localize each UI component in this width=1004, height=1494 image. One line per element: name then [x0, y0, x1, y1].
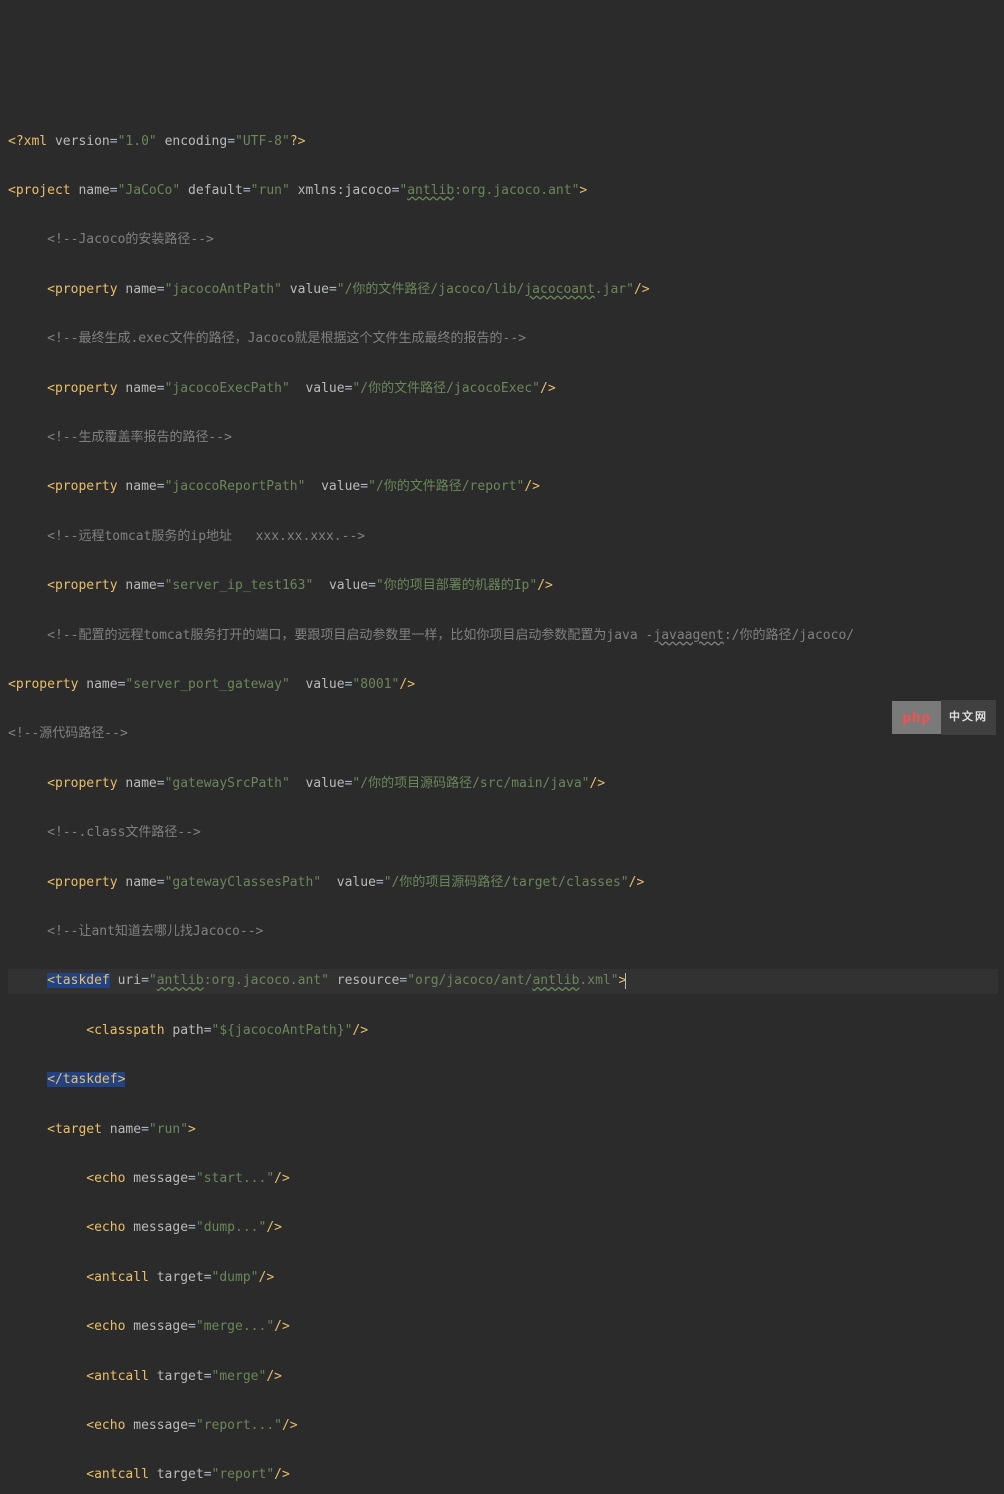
code-line: <!--远程tomcat服务的ip地址 xxx.xx.xxx.-->: [8, 525, 998, 550]
code-line: <target name="run">: [8, 1118, 998, 1143]
code-line: <property name="gatewaySrcPath" value="/…: [8, 772, 998, 797]
code-line: <!--源代码路径-->: [8, 722, 998, 747]
code-line: <echo message="start..."/>: [8, 1167, 998, 1192]
code-line: <!--最终生成.exec文件的路径，Jacoco就是根据这个文件生成最终的报告…: [8, 327, 998, 352]
watermark-right: 中文网: [941, 700, 996, 735]
code-line: <property name="jacocoAntPath" value="/你…: [8, 278, 998, 303]
code-line: <antcall target="dump"/>: [8, 1266, 998, 1291]
code-line: <property name="jacocoReportPath" value=…: [8, 475, 998, 500]
watermark: php中文网: [892, 700, 996, 735]
code-line: <property name="server_ip_test163" value…: [8, 574, 998, 599]
code-line: <property name="gatewayClassesPath" valu…: [8, 871, 998, 896]
code-editor[interactable]: <?xml version="1.0" encoding="UTF-8"?> <…: [8, 105, 998, 1494]
code-line: <echo message="dump..."/>: [8, 1216, 998, 1241]
code-line: <property name="jacocoExecPath" value="/…: [8, 377, 998, 402]
code-line: <echo message="merge..."/>: [8, 1315, 998, 1340]
code-line: <antcall target="report"/>: [8, 1463, 998, 1488]
code-line: <classpath path="${jacocoAntPath}"/>: [8, 1019, 998, 1044]
code-line: <!--Jacoco的安装路径-->: [8, 228, 998, 253]
code-line: <!--.class文件路径-->: [8, 821, 998, 846]
code-line: <project name="JaCoCo" default="run" xml…: [8, 179, 998, 204]
code-line: <!--生成覆盖率报告的路径-->: [8, 426, 998, 451]
text-caret: [625, 973, 626, 989]
code-line: <!--配置的远程tomcat服务打开的端口，要跟项目启动参数里一样，比如你项目…: [8, 624, 998, 649]
code-line-active: <taskdef uri="antlib:org.jacoco.ant" res…: [8, 969, 998, 994]
code-line: <echo message="report..."/>: [8, 1414, 998, 1439]
code-line: <?xml version="1.0" encoding="UTF-8"?>: [8, 130, 998, 155]
code-line: <antcall target="merge"/>: [8, 1365, 998, 1390]
code-line: <property name="server_port_gateway" val…: [8, 673, 998, 698]
code-line: <!--让ant知道去哪儿找Jacoco-->: [8, 920, 998, 945]
watermark-left: php: [892, 701, 941, 734]
code-line: </taskdef>: [8, 1068, 998, 1093]
